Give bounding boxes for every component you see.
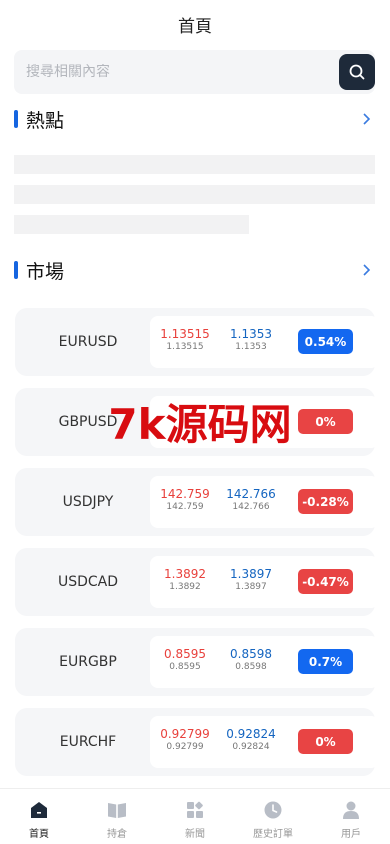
bid-price: 0.8595 0.8595 <box>150 648 220 673</box>
market-row[interactable]: USDJPY 142.759 142.759 142.766 142.766 -… <box>15 468 379 536</box>
search-bar <box>14 50 375 94</box>
ask-value: 0.8598 <box>230 647 272 661</box>
ask-value: 1.3897 <box>230 567 272 581</box>
section-accent-bar <box>14 110 18 128</box>
market-symbol: EURUSD <box>58 334 118 350</box>
hot-placeholder-line <box>14 215 249 234</box>
change-badge: 0% <box>298 409 353 434</box>
bottom-tab-bar: 首頁 持倉 新聞 歷史訂單 用戶 <box>0 788 390 844</box>
tab-home[interactable]: 首頁 <box>0 789 78 844</box>
market-symbol: EURGBP <box>59 654 117 670</box>
quote-panel: 1.3892 1.3892 1.3897 1.3897 -0.47% <box>150 556 379 608</box>
market-row[interactable]: EURGBP 0.8595 0.8595 0.8598 0.8598 0.7% <box>15 628 379 696</box>
tab-news[interactable]: 新聞 <box>156 789 234 844</box>
bid-sub-value: 1.13515 <box>166 342 204 352</box>
ask-price: 0.92824 0.92824 <box>216 728 286 753</box>
bid-sub-value: 1.3892 <box>169 582 201 592</box>
ask-sub-value: 142.766 <box>232 502 270 512</box>
bid-value: 1.13515 <box>160 327 210 341</box>
bid-price: 142.759 142.759 <box>150 488 220 513</box>
quote-panel: 0.92799 0.92799 0.92824 0.92824 0% <box>150 716 379 768</box>
bid-sub-value: 142.759 <box>166 502 204 512</box>
ask-price: 142.766 142.766 <box>216 488 286 513</box>
section-accent-bar <box>14 261 18 279</box>
market-symbol: EURCHF <box>59 734 117 750</box>
market-symbol: USDCAD <box>57 574 119 590</box>
market-section-title: 市場 <box>26 260 65 283</box>
ask-price: 0.8598 0.8598 <box>216 648 286 673</box>
bid-value: 1.3892 <box>164 567 206 581</box>
search-button[interactable] <box>339 54 375 90</box>
tab-label: 歷史訂單 <box>253 829 293 840</box>
ask-price: 1.3897 1.3897 <box>216 568 286 593</box>
search-icon <box>349 64 365 80</box>
ask-sub-value: 1.1353 <box>235 342 267 352</box>
hot-section-title: 熱點 <box>26 109 65 132</box>
bid-value: 0.92799 <box>160 727 210 741</box>
quote-panel: 1.13515 1.13515 1.1353 1.1353 0.54% <box>150 316 379 368</box>
market-more-button[interactable] <box>356 260 376 280</box>
change-badge: -0.28% <box>298 489 353 514</box>
chevron-right-icon <box>363 264 371 276</box>
market-row[interactable]: USDCAD 1.3892 1.3892 1.3897 1.3897 -0.47… <box>15 548 379 616</box>
ask-sub-value: 1.3897 <box>235 582 267 592</box>
quote-panel: 0.8595 0.8595 0.8598 0.8598 0.7% <box>150 636 379 688</box>
home-icon <box>27 798 51 822</box>
chevron-right-icon <box>363 113 371 125</box>
ask-value: 0.92824 <box>226 727 276 741</box>
watermark: 7k源码网 <box>108 399 292 449</box>
page-title: 首頁 <box>178 16 212 37</box>
tab-user[interactable]: 用戶 <box>312 789 390 844</box>
tab-label: 新聞 <box>185 829 205 840</box>
bid-price: 1.13515 1.13515 <box>150 328 220 353</box>
ask-value: 142.766 <box>226 487 276 501</box>
apps-icon <box>183 798 207 822</box>
book-icon <box>105 798 129 822</box>
bid-sub-value: 0.8595 <box>169 662 201 672</box>
app-header: 首頁 <box>0 0 390 48</box>
clock-icon <box>261 798 285 822</box>
market-row[interactable]: EURUSD 1.13515 1.13515 1.1353 1.1353 0.5… <box>15 308 379 376</box>
ask-sub-value: 0.8598 <box>235 662 267 672</box>
quote-panel: 142.759 142.759 142.766 142.766 -0.28% <box>150 476 379 528</box>
change-badge: -0.47% <box>298 569 353 594</box>
market-row[interactable]: EURCHF 0.92799 0.92799 0.92824 0.92824 0… <box>15 708 379 776</box>
change-badge: 0.54% <box>298 329 353 354</box>
user-icon <box>339 798 363 822</box>
market-section-header: 市場 <box>14 258 376 283</box>
change-badge: 0% <box>298 729 353 754</box>
hot-more-button[interactable] <box>356 109 376 129</box>
tab-order-history[interactable]: 歷史訂單 <box>234 789 312 844</box>
hot-section-header: 熱點 <box>14 107 376 132</box>
change-badge: 0.7% <box>298 649 353 674</box>
bid-value: 142.759 <box>160 487 210 501</box>
bid-price: 1.3892 1.3892 <box>150 568 220 593</box>
tab-positions[interactable]: 持倉 <box>78 789 156 844</box>
ask-price: 1.1353 1.1353 <box>216 328 286 353</box>
market-symbol: USDJPY <box>62 494 114 510</box>
bid-price: 0.92799 0.92799 <box>150 728 220 753</box>
search-input[interactable] <box>14 64 314 80</box>
ask-sub-value: 0.92824 <box>232 742 270 752</box>
ask-value: 1.1353 <box>230 327 272 341</box>
hot-placeholder-line <box>14 185 375 204</box>
tab-label: 持倉 <box>107 829 127 840</box>
bid-sub-value: 0.92799 <box>166 742 204 752</box>
bid-value: 0.8595 <box>164 647 206 661</box>
hot-placeholder-line <box>14 155 375 174</box>
tab-label: 用戶 <box>341 829 361 840</box>
tab-label: 首頁 <box>29 829 49 840</box>
